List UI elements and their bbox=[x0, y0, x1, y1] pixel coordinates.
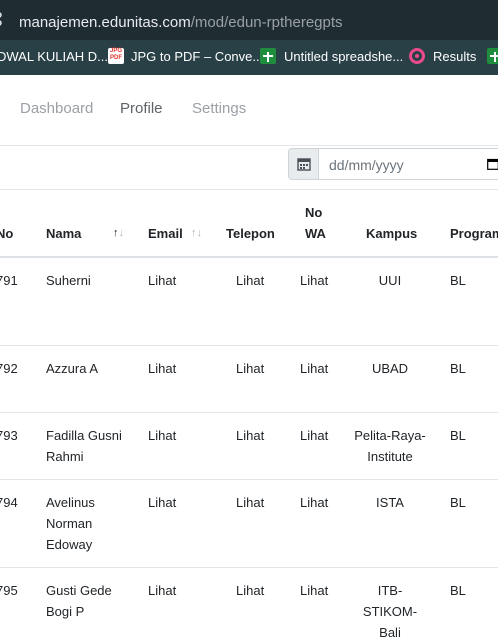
nav-profile[interactable]: Profile bbox=[120, 100, 163, 117]
cell-program: BL bbox=[450, 273, 466, 288]
cell-kampus: Pelita-Raya- Institute bbox=[354, 428, 426, 464]
header-divider bbox=[0, 256, 498, 258]
cell-nama: Avelinus Norman Edoway bbox=[46, 495, 95, 552]
calendar-icon bbox=[297, 158, 311, 171]
cell-program: BL bbox=[450, 495, 466, 510]
telepon-link[interactable]: Lihat bbox=[236, 580, 264, 601]
email-link[interactable]: Lihat bbox=[148, 492, 176, 513]
email-link[interactable]: Lihat bbox=[148, 580, 176, 601]
row-divider bbox=[0, 345, 498, 346]
divider bbox=[0, 145, 498, 146]
col-kampus[interactable]: Kampus bbox=[366, 226, 417, 241]
bookmark-untitled-spreadsheet[interactable]: Untitled spreadshe... bbox=[284, 49, 403, 64]
cell-no: 791 bbox=[0, 273, 18, 288]
cell-nama: Gusti Gede Bogi P bbox=[46, 583, 112, 619]
cell-kampus: UBAD bbox=[371, 361, 409, 376]
email-link[interactable]: Lihat bbox=[148, 425, 176, 446]
col-email[interactable]: Email bbox=[148, 226, 183, 241]
wa-link[interactable]: Lihat bbox=[300, 580, 328, 601]
sheets-icon[interactable] bbox=[487, 48, 498, 64]
divider bbox=[0, 189, 498, 190]
sort-asc-icon[interactable]: ↑↓ bbox=[113, 227, 124, 239]
cell-program: BL bbox=[450, 428, 466, 443]
nav-dashboard[interactable]: Dashboard bbox=[20, 100, 93, 117]
date-picker-icon[interactable] bbox=[487, 158, 498, 170]
cell-program: BL bbox=[450, 583, 466, 598]
col-no-wa-line2[interactable]: WA bbox=[305, 226, 326, 241]
col-no-wa-line1[interactable]: No bbox=[305, 205, 322, 220]
row-divider bbox=[0, 567, 498, 568]
wa-link[interactable]: Lihat bbox=[300, 358, 328, 379]
bookmark-jadwal-kuliah[interactable]: DWAL KULIAH D... bbox=[0, 49, 108, 64]
cell-nama: Suherni bbox=[46, 273, 91, 288]
telepon-link[interactable]: Lihat bbox=[236, 425, 264, 446]
sort-icon[interactable]: ↑↓ bbox=[191, 227, 202, 239]
telepon-link[interactable]: Lihat bbox=[236, 270, 264, 291]
col-program[interactable]: Program bbox=[450, 226, 498, 241]
url-path: /mod/edun-rptheregpts bbox=[190, 14, 343, 31]
cell-nama: Fadilla Gusni Rahmi bbox=[46, 428, 122, 464]
jpg-pdf-icon: JPG PDF bbox=[108, 48, 124, 64]
url-domain: manajemen.edunitas.com bbox=[19, 14, 191, 31]
date-filter-input[interactable]: dd/mm/yyyy bbox=[318, 148, 498, 180]
nav-settings[interactable]: Settings bbox=[192, 100, 246, 117]
cell-kampus: UUI bbox=[378, 273, 402, 288]
cell-no: 794 bbox=[0, 495, 18, 510]
wa-link[interactable]: Lihat bbox=[300, 270, 328, 291]
cell-no: 793 bbox=[0, 428, 18, 443]
email-link[interactable]: Lihat bbox=[148, 270, 176, 291]
telepon-link[interactable]: Lihat bbox=[236, 492, 264, 513]
cell-nama: Azzura A bbox=[46, 361, 99, 376]
site-info-icon[interactable] bbox=[0, 10, 6, 28]
cell-no: 792 bbox=[0, 361, 18, 376]
cell-program: BL bbox=[450, 361, 466, 376]
sheets-icon bbox=[260, 48, 276, 64]
cell-kampus: ITB- STIKOM- Bali bbox=[362, 583, 418, 640]
cell-no: 795 bbox=[0, 583, 18, 598]
email-link[interactable]: Lihat bbox=[148, 358, 176, 379]
bookmark-results[interactable]: Results bbox=[433, 49, 476, 64]
telepon-link[interactable]: Lihat bbox=[236, 358, 264, 379]
url-text[interactable]: manajemen.edunitas.com/mod/edun-rpthereg… bbox=[19, 14, 343, 31]
col-nama[interactable]: Nama bbox=[46, 226, 81, 241]
bookmarks-bar: DWAL KULIAH D... JPG PDF JPG to PDF – Con… bbox=[0, 40, 498, 75]
col-no[interactable]: No bbox=[0, 226, 13, 241]
address-bar[interactable]: manajemen.edunitas.com/mod/edun-rpthereg… bbox=[0, 0, 498, 40]
date-placeholder: dd/mm/yyyy bbox=[329, 157, 404, 173]
wa-link[interactable]: Lihat bbox=[300, 492, 328, 513]
bookmark-jpg-to-pdf[interactable]: JPG to PDF – Conve... bbox=[131, 49, 263, 64]
calendar-addon bbox=[288, 148, 318, 180]
row-divider bbox=[0, 412, 498, 413]
top-nav: Dashboard Profile Settings bbox=[0, 75, 498, 145]
cell-kampus: ISTA bbox=[376, 495, 404, 510]
row-divider bbox=[0, 479, 498, 480]
results-logo-icon bbox=[409, 48, 425, 64]
wa-link[interactable]: Lihat bbox=[300, 425, 328, 446]
col-telepon[interactable]: Telepon bbox=[226, 226, 275, 241]
